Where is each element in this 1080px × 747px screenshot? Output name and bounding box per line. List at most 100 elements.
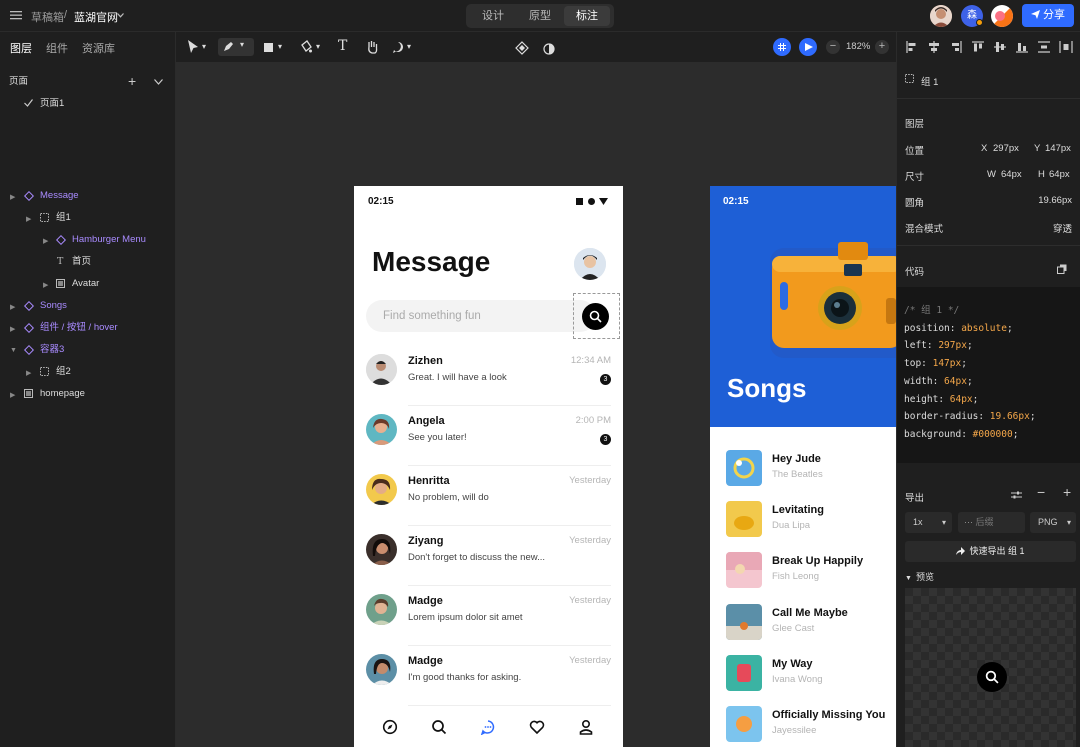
- add-page-icon[interactable]: +: [128, 74, 136, 88]
- search-icon[interactable]: [431, 719, 447, 735]
- list-item[interactable]: My Way Ivana Wong: [726, 655, 896, 695]
- chevron-down-icon[interactable]: ▾: [407, 42, 411, 58]
- collaborator-avatar-3[interactable]: [991, 5, 1013, 27]
- blend-mode-value[interactable]: 穿透: [1053, 221, 1072, 235]
- tab-annotate[interactable]: 标注: [564, 6, 610, 26]
- message-time: Yesterday: [569, 535, 611, 546]
- copy-icon[interactable]: [1057, 264, 1067, 274]
- tab-layers[interactable]: 图层: [10, 43, 32, 55]
- tab-design[interactable]: 设计: [470, 6, 516, 26]
- layer-message[interactable]: Message: [40, 189, 79, 203]
- contrast-icon[interactable]: [543, 41, 555, 57]
- list-item[interactable]: Levitating Dua Lipa: [726, 501, 896, 541]
- rectangle-tool-icon[interactable]: [264, 43, 273, 52]
- divider: [897, 98, 1080, 99]
- zoom-out-button[interactable]: −: [826, 40, 840, 54]
- list-item[interactable]: Angela See you later! 2:00 PM 3: [366, 406, 611, 466]
- share-label: 分享: [1043, 9, 1065, 21]
- list-item[interactable]: Break Up Happily Fish Leong: [726, 552, 896, 592]
- chat-icon[interactable]: [480, 719, 496, 735]
- chevron-down-icon[interactable]: ▾: [316, 42, 320, 58]
- list-item[interactable]: Call Me Maybe Glee Cast: [726, 604, 896, 644]
- search-button[interactable]: [582, 303, 609, 330]
- message-preview: No problem, will do: [408, 492, 489, 503]
- add-export-icon[interactable]: +: [1063, 484, 1071, 500]
- page-item[interactable]: 页面1: [40, 97, 64, 111]
- list-item[interactable]: Henritta No problem, will do Yesterday: [366, 466, 611, 526]
- list-item[interactable]: Hey Jude The Beatles: [726, 450, 896, 490]
- collapse-pages-icon[interactable]: [154, 79, 163, 85]
- quick-export-button[interactable]: 快速导出 组 1: [905, 541, 1076, 562]
- zoom-in-button[interactable]: +: [875, 40, 889, 54]
- remove-export-icon[interactable]: −: [1037, 484, 1045, 500]
- layer-group-1[interactable]: 组1: [56, 211, 71, 225]
- pen-tool-button[interactable]: ▾: [218, 38, 254, 56]
- image-layer-icon: [24, 389, 33, 398]
- component-diamond-icon[interactable]: [515, 40, 529, 56]
- layer-avatar[interactable]: Avatar: [72, 277, 99, 291]
- list-item[interactable]: Madge I'm good thanks for asking. Yester…: [366, 646, 611, 706]
- layer-button-hover[interactable]: 组件 / 按钮 / hover: [40, 321, 118, 335]
- export-format-select[interactable]: PNG ▾: [1030, 512, 1076, 533]
- settings-sliders-icon[interactable]: [1011, 490, 1022, 500]
- pages-heading: 页面: [9, 76, 29, 87]
- layer-home-text[interactable]: 首页: [72, 255, 91, 269]
- search-input[interactable]: Find something fun: [366, 300, 596, 332]
- songs-artboard[interactable]: 02:15 Songs Hey Jude The Beatles Levitat…: [710, 186, 896, 747]
- css-code-block[interactable]: /* 组 1 */ position: absolute; left: 297p…: [897, 287, 1080, 463]
- layer-songs[interactable]: Songs: [40, 299, 67, 313]
- code-line: background: #000000;: [904, 428, 1019, 440]
- fill-bucket-tool-icon[interactable]: [300, 39, 312, 55]
- frame-group-icon: [905, 74, 914, 83]
- list-item[interactable]: Madge Lorem ipsum dolor sit amet Yesterd…: [366, 586, 611, 646]
- tab-components[interactable]: 组件: [46, 43, 68, 55]
- heart-icon[interactable]: [529, 719, 545, 735]
- w-value[interactable]: 64px: [1001, 169, 1022, 180]
- share-button[interactable]: 分享: [1022, 4, 1074, 27]
- message-artboard[interactable]: 02:15 Message Find something fun Zizhen …: [354, 186, 623, 747]
- status-circle-icon: [588, 198, 595, 205]
- unread-badge: 3: [600, 374, 611, 385]
- avatar[interactable]: [574, 248, 606, 280]
- compass-icon[interactable]: [382, 719, 398, 735]
- radius-value[interactable]: 19.66px: [1038, 195, 1072, 206]
- layer-hamburger-menu[interactable]: Hamburger Menu: [72, 233, 146, 247]
- contact-name: Henritta: [408, 475, 450, 487]
- chevron-down-icon[interactable]: [117, 13, 124, 18]
- radius-label: 圆角: [905, 198, 925, 209]
- design-canvas[interactable]: 02:15 Message Find something fun Zizhen …: [176, 62, 896, 747]
- tab-assets[interactable]: 资源库: [82, 43, 115, 55]
- preview-heading[interactable]: ▼ 预览: [905, 570, 934, 583]
- h-value[interactable]: 64px: [1049, 169, 1070, 180]
- code-line: top: 147px;: [904, 358, 967, 370]
- zoom-level[interactable]: 182%: [846, 41, 870, 52]
- song-artist: Fish Leong: [772, 571, 820, 582]
- play-prototype-button[interactable]: [799, 38, 817, 56]
- profile-icon[interactable]: [578, 719, 594, 735]
- text-tool-icon[interactable]: T: [338, 38, 347, 54]
- layer-container-3[interactable]: 容器3: [40, 343, 64, 357]
- list-item[interactable]: Zizhen Great. I will have a look 12:34 A…: [366, 346, 611, 406]
- list-item[interactable]: Officially Missing You Jayessilee: [726, 706, 896, 746]
- layer-group-2[interactable]: 组2: [56, 365, 71, 379]
- y-value[interactable]: 147px: [1045, 143, 1071, 154]
- project-name[interactable]: 蓝湖官网: [74, 9, 118, 25]
- hand-tool-icon[interactable]: [366, 39, 379, 55]
- selected-layer-name: 组 1: [921, 77, 939, 88]
- tab-prototype[interactable]: 原型: [517, 6, 563, 26]
- export-scale-select[interactable]: 1x ▾: [905, 512, 952, 533]
- list-item[interactable]: Ziyang Don't forget to discuss the new..…: [366, 526, 611, 586]
- chevron-down-icon[interactable]: ▾: [278, 42, 282, 58]
- song-title: Call Me Maybe: [772, 607, 848, 619]
- comment-tool-icon[interactable]: [392, 39, 404, 55]
- export-suffix-input[interactable]: ··· 后缀: [958, 512, 1025, 533]
- grid-toggle-button[interactable]: [773, 38, 791, 56]
- x-value[interactable]: 297px: [993, 143, 1019, 154]
- collaborator-avatar-1[interactable]: [930, 5, 952, 27]
- chevron-down-icon[interactable]: ▾: [202, 42, 206, 58]
- layer-homepage[interactable]: homepage: [40, 387, 85, 401]
- breadcrumb-drafts[interactable]: 草稿箱: [31, 9, 64, 25]
- unread-badge: 3: [600, 434, 611, 445]
- pointer-tool-icon[interactable]: [187, 39, 199, 55]
- hamburger-menu-icon[interactable]: [10, 9, 22, 21]
